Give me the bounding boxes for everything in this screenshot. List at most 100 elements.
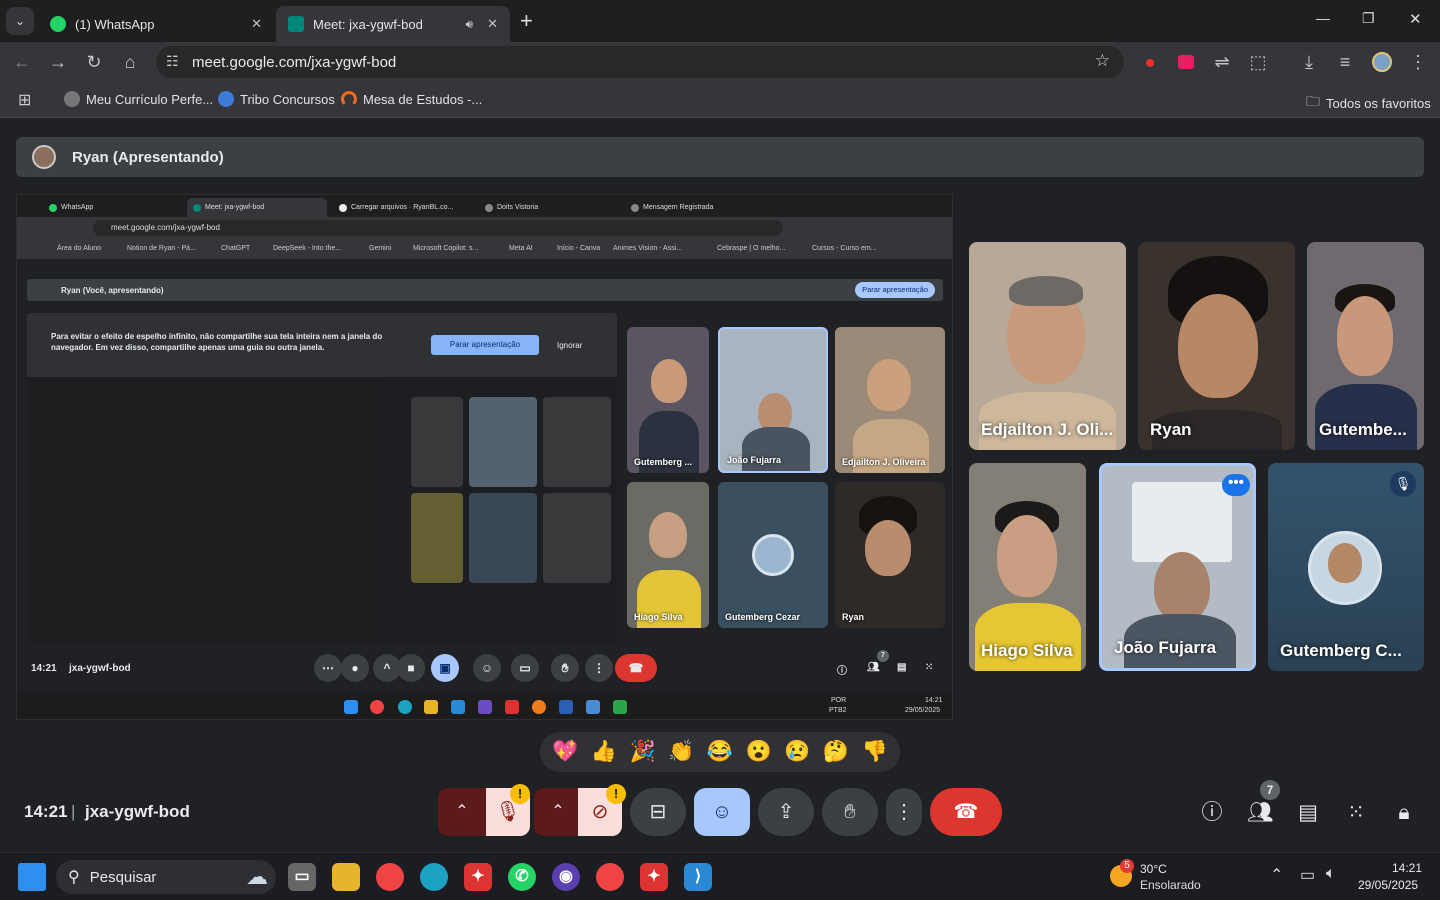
new-tab-button[interactable]: +: [520, 8, 533, 34]
all-bookmarks-label: Todos os favoritos: [1326, 95, 1431, 111]
people-icon[interactable]: 👥︎: [1247, 800, 1274, 826]
shared-bookmark: Cebraspe | O melho...: [717, 245, 786, 252]
taskbar-search[interactable]: ⚲ Pesquisar ☁︎: [56, 860, 276, 894]
windows-start-icon[interactable]: [18, 863, 46, 891]
app-red-icon[interactable]: ✦: [464, 863, 492, 891]
bookmark-label: Mesa de Estudos -...: [363, 91, 483, 107]
person-hair: [1009, 276, 1083, 306]
reaction-laugh[interactable]: 😂: [707, 740, 733, 764]
recursive-tile: [469, 397, 537, 487]
chrome-profile-icon[interactable]: [596, 863, 624, 891]
site-settings-icon[interactable]: ☷: [166, 53, 179, 70]
host-controls-icon[interactable]: 🔒︎: [1391, 800, 1417, 826]
raise-hand-button[interactable]: ✋︎: [822, 788, 878, 836]
more-options-icon[interactable]: •••: [1222, 474, 1250, 496]
mic-options-button[interactable]: ⌃: [438, 788, 486, 836]
participant-tile[interactable]: 🎙︎ Gutemberg C...: [1268, 463, 1424, 671]
speaker-icon[interactable]: 🔊︎: [466, 17, 474, 32]
participant-tile[interactable]: Gutembe...: [1307, 242, 1424, 450]
more-options-button[interactable]: ⋮: [886, 788, 922, 836]
camera-options-button[interactable]: ⌃: [534, 788, 582, 836]
reaction-thinking[interactable]: 🤔: [823, 740, 849, 764]
globe-icon: [631, 203, 639, 212]
vscode-icon[interactable]: ⟩: [684, 863, 712, 891]
chevron-up-icon[interactable]: ⌃: [1270, 865, 1283, 885]
camera-off-icon: ⊘: [591, 801, 609, 823]
clock-date[interactable]: 29/05/2025: [1358, 878, 1418, 892]
leave-call-button[interactable]: ☎︎: [930, 788, 1002, 836]
reaction-thumbs-up[interactable]: 👍: [591, 740, 617, 764]
emoji-button[interactable]: ☺: [694, 788, 750, 836]
minimize-button[interactable]: —: [1316, 10, 1330, 26]
captions-button[interactable]: ⊟: [630, 788, 686, 836]
clock-time[interactable]: 14:21: [1392, 861, 1422, 875]
participant-tile[interactable]: Edjailton J. Oli...: [969, 242, 1126, 450]
app-purple-icon[interactable]: ◉: [552, 863, 580, 891]
file-explorer-icon[interactable]: [332, 863, 360, 891]
apps-grid-icon[interactable]: ⊞: [18, 90, 31, 110]
shared-camera-icon: ■: [397, 654, 425, 682]
shared-address-bar: meet.google.com/jxa-ygwf-bod: [93, 220, 783, 236]
reaction-sad[interactable]: 😢: [784, 740, 810, 764]
maximize-button[interactable]: ❐: [1362, 10, 1375, 27]
participant-tile[interactable]: Hiago Silva: [969, 463, 1086, 671]
activities-icon[interactable]: ⁙: [1343, 800, 1369, 826]
shared-presenter-bar: Ryan (Você, apresentando) Parar apresent…: [27, 279, 943, 301]
shared-info-icon: ⓘ: [837, 666, 847, 677]
extension-pink-icon[interactable]: [1174, 50, 1198, 74]
person-face: [1337, 296, 1393, 376]
media-control-icon[interactable]: ≡: [1333, 50, 1357, 74]
download-icon[interactable]: ⤓: [1297, 50, 1321, 74]
address-bar[interactable]: ☷ meet.google.com/jxa-ygwf-bod ☆: [156, 46, 1124, 78]
all-bookmarks[interactable]: 🗀 Todos os favoritos: [1306, 91, 1431, 115]
app-red2-icon[interactable]: ✦: [640, 863, 668, 891]
shared-inner-screen: Para evitar o efeito de espelho infinito…: [27, 313, 617, 643]
person-face: [865, 520, 911, 576]
forward-icon[interactable]: →: [46, 50, 70, 74]
bookmark-star-icon[interactable]: ☆: [1095, 51, 1110, 71]
chrome-menu-icon[interactable]: ⋮: [1406, 50, 1430, 74]
present-button[interactable]: ⇪: [758, 788, 814, 836]
recursive-tile: [411, 493, 463, 583]
shared-bookmark: Notion de Ryan - Pá...: [127, 245, 196, 252]
shared-bookmark: Animes Vision - Assi...: [613, 245, 683, 252]
bookmarks-bar: ⊞ Meu Currículo Perfe... Tribo Concursos…: [0, 82, 1440, 118]
tab-title: (1) WhatsApp: [75, 16, 155, 32]
temperature: 30°C: [1140, 862, 1167, 876]
chat-icon[interactable]: ▤: [1295, 800, 1321, 826]
extensions-puzzle-icon[interactable]: ⬚: [1246, 50, 1270, 74]
reaction-party[interactable]: 🎉: [630, 740, 656, 764]
network-icon[interactable]: ▭: [1300, 865, 1315, 885]
person-face: [1154, 552, 1210, 622]
bookmark-mesa[interactable]: Mesa de Estudos -...: [341, 91, 482, 107]
chrome-icon[interactable]: [376, 863, 404, 891]
close-window-button[interactable]: ✕: [1409, 10, 1422, 28]
home-icon[interactable]: ⌂: [118, 50, 142, 74]
close-tab-icon[interactable]: ✕: [251, 16, 262, 32]
translate-extension-icon[interactable]: ⇌: [1210, 50, 1234, 74]
reaction-thumbs-down[interactable]: 👎: [862, 740, 888, 764]
reload-icon[interactable]: ↻: [82, 50, 106, 74]
tab-meet[interactable]: Meet: jxa-ygwf-bod 🔊︎ ✕: [276, 6, 510, 42]
task-view-icon[interactable]: ▭: [288, 863, 316, 891]
participant-tile-speaking[interactable]: ••• João Fujarra: [1099, 463, 1256, 671]
bookmark-curriculo[interactable]: Meu Currículo Perfe...: [64, 91, 213, 107]
edge-icon[interactable]: [420, 863, 448, 891]
back-icon[interactable]: ←: [10, 50, 34, 74]
participant-tile[interactable]: Ryan: [1138, 242, 1295, 450]
close-tab-icon[interactable]: ✕: [487, 16, 498, 32]
search-icon: ⚲: [68, 869, 80, 886]
tab-search-button[interactable]: ⌄: [6, 7, 34, 35]
profile-avatar[interactable]: [1370, 50, 1394, 74]
tab-whatsapp[interactable]: (1) WhatsApp ✕: [38, 6, 274, 42]
reaction-surprise[interactable]: 😮: [746, 740, 772, 764]
whatsapp-icon[interactable]: ✆: [508, 863, 536, 891]
info-icon[interactable]: ⓘ: [1199, 800, 1225, 826]
shared-chat-icon: ▤: [897, 662, 907, 673]
warning-text: Para evitar o efeito de espelho infinito…: [51, 332, 383, 352]
extension-red-icon[interactable]: ●: [1138, 50, 1162, 74]
reaction-heart[interactable]: 💖: [552, 740, 578, 764]
bookmark-tribo[interactable]: Tribo Concursos: [218, 91, 335, 107]
volume-icon[interactable]: 🔈︎: [1326, 865, 1336, 883]
reaction-clap[interactable]: 👏: [668, 740, 694, 764]
